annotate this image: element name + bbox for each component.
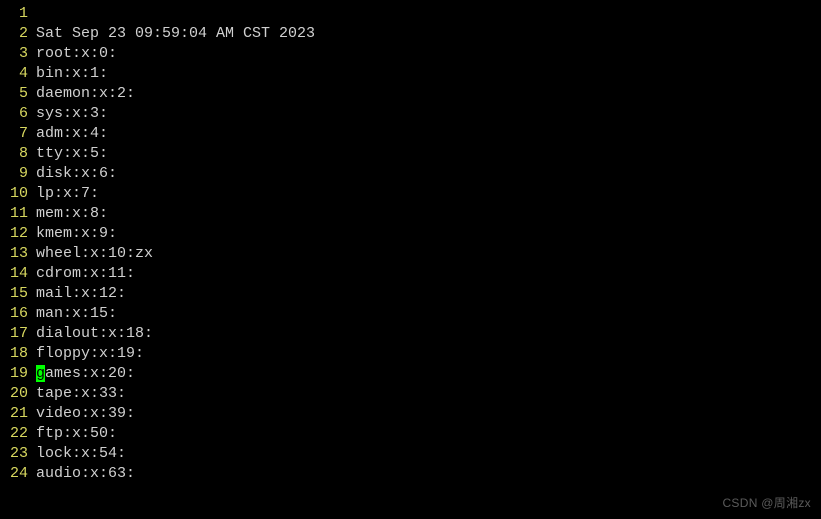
line-content[interactable]: root:x:0: xyxy=(36,44,117,64)
editor-line[interactable]: 19games:x:20: xyxy=(0,364,821,384)
editor-line[interactable]: 3root:x:0: xyxy=(0,44,821,64)
line-content[interactable]: sys:x:3: xyxy=(36,104,108,124)
editor-line[interactable]: 2Sat Sep 23 09:59:04 AM CST 2023 xyxy=(0,24,821,44)
line-number: 24 xyxy=(0,464,36,484)
line-content[interactable]: audio:x:63: xyxy=(36,464,135,484)
line-number: 21 xyxy=(0,404,36,424)
line-content[interactable]: cdrom:x:11: xyxy=(36,264,135,284)
line-number: 6 xyxy=(0,104,36,124)
watermark: CSDN @周湘zx xyxy=(722,493,811,513)
line-content[interactable]: games:x:20: xyxy=(36,364,135,384)
editor-line[interactable]: 18floppy:x:19: xyxy=(0,344,821,364)
line-content[interactable]: tape:x:33: xyxy=(36,384,126,404)
line-number: 13 xyxy=(0,244,36,264)
text-editor[interactable]: 12Sat Sep 23 09:59:04 AM CST 20233root:x… xyxy=(0,0,821,484)
line-number: 22 xyxy=(0,424,36,444)
line-number: 4 xyxy=(0,64,36,84)
line-content[interactable]: mail:x:12: xyxy=(36,284,126,304)
line-content[interactable]: disk:x:6: xyxy=(36,164,117,184)
editor-line[interactable]: 13wheel:x:10:zx xyxy=(0,244,821,264)
line-content[interactable]: bin:x:1: xyxy=(36,64,108,84)
editor-line[interactable]: 1 xyxy=(0,4,821,24)
line-number: 1 xyxy=(0,4,36,24)
editor-line[interactable]: 7adm:x:4: xyxy=(0,124,821,144)
editor-line[interactable]: 24audio:x:63: xyxy=(0,464,821,484)
line-content[interactable]: lp:x:7: xyxy=(36,184,99,204)
line-number: 16 xyxy=(0,304,36,324)
editor-line[interactable]: 22ftp:x:50: xyxy=(0,424,821,444)
editor-line[interactable]: 9disk:x:6: xyxy=(0,164,821,184)
line-number: 19 xyxy=(0,364,36,384)
line-number: 5 xyxy=(0,84,36,104)
editor-line[interactable]: 21video:x:39: xyxy=(0,404,821,424)
line-content[interactable]: ftp:x:50: xyxy=(36,424,117,444)
line-content[interactable]: tty:x:5: xyxy=(36,144,108,164)
line-number: 10 xyxy=(0,184,36,204)
editor-line[interactable]: 17dialout:x:18: xyxy=(0,324,821,344)
editor-line[interactable]: 12kmem:x:9: xyxy=(0,224,821,244)
line-content[interactable]: man:x:15: xyxy=(36,304,117,324)
line-content[interactable]: adm:x:4: xyxy=(36,124,108,144)
editor-line[interactable]: 11mem:x:8: xyxy=(0,204,821,224)
line-content[interactable]: video:x:39: xyxy=(36,404,135,424)
line-number: 9 xyxy=(0,164,36,184)
editor-line[interactable]: 16man:x:15: xyxy=(0,304,821,324)
editor-line[interactable]: 4bin:x:1: xyxy=(0,64,821,84)
editor-line[interactable]: 8tty:x:5: xyxy=(0,144,821,164)
cursor: g xyxy=(36,365,45,382)
editor-line[interactable]: 5daemon:x:2: xyxy=(0,84,821,104)
editor-line[interactable]: 20tape:x:33: xyxy=(0,384,821,404)
editor-line[interactable]: 14cdrom:x:11: xyxy=(0,264,821,284)
line-number: 17 xyxy=(0,324,36,344)
line-number: 2 xyxy=(0,24,36,44)
line-content[interactable]: kmem:x:9: xyxy=(36,224,117,244)
line-number: 12 xyxy=(0,224,36,244)
line-number: 15 xyxy=(0,284,36,304)
line-content[interactable]: dialout:x:18: xyxy=(36,324,153,344)
line-number: 3 xyxy=(0,44,36,64)
line-content[interactable]: Sat Sep 23 09:59:04 AM CST 2023 xyxy=(36,24,315,44)
line-content[interactable]: lock:x:54: xyxy=(36,444,126,464)
line-number: 8 xyxy=(0,144,36,164)
line-number: 7 xyxy=(0,124,36,144)
line-content[interactable]: wheel:x:10:zx xyxy=(36,244,153,264)
editor-line[interactable]: 6sys:x:3: xyxy=(0,104,821,124)
line-number: 18 xyxy=(0,344,36,364)
line-content[interactable]: mem:x:8: xyxy=(36,204,108,224)
editor-line[interactable]: 15mail:x:12: xyxy=(0,284,821,304)
editor-line[interactable]: 10lp:x:7: xyxy=(0,184,821,204)
line-number: 11 xyxy=(0,204,36,224)
editor-line[interactable]: 23lock:x:54: xyxy=(0,444,821,464)
line-content[interactable]: daemon:x:2: xyxy=(36,84,135,104)
line-number: 14 xyxy=(0,264,36,284)
line-number: 20 xyxy=(0,384,36,404)
line-content[interactable]: floppy:x:19: xyxy=(36,344,144,364)
line-number: 23 xyxy=(0,444,36,464)
